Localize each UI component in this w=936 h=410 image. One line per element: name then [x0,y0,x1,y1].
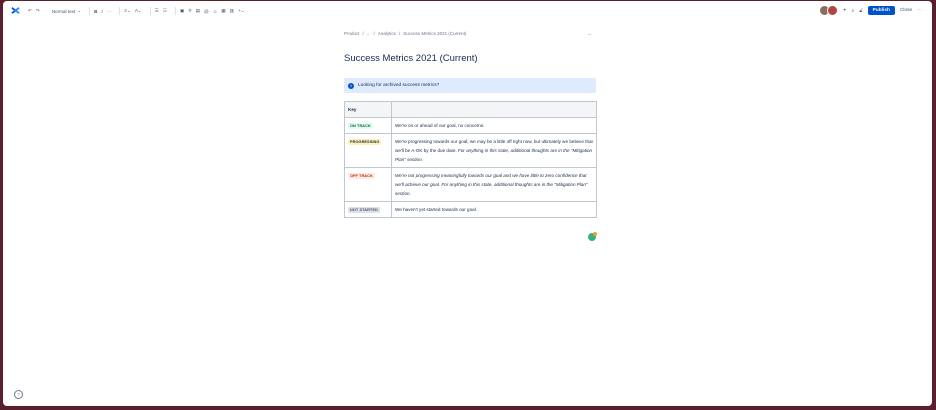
breadcrumb-ellipsis[interactable]: ... [367,31,371,36]
description-text: We haven't yet started towards our goal. [395,207,477,212]
redo-icon[interactable]: ↷ [36,6,40,16]
breadcrumb-item-current[interactable]: Success Metrics 2021 (Current) [403,31,466,36]
image-icon[interactable]: ▤ [196,6,200,16]
table-icon[interactable]: ▦ [221,6,225,16]
status-lozenge-off-track: OFF TRACK [348,173,375,179]
status-lozenge-progressing: PROGRESSING [348,139,382,145]
bold-icon[interactable]: B [94,6,97,16]
table-header-row: Key [344,101,597,118]
confluence-logo-icon[interactable] [11,6,20,15]
breadcrumb-separator: / [362,31,364,36]
info-panel[interactable]: i Looking for archived success metrics? [344,78,596,93]
mention-icon[interactable]: @ [204,6,209,16]
emoji-icon[interactable]: ☺ [213,6,218,16]
table-row: OFF TRACK We're not progressing meaningf… [344,167,597,202]
table-row: NOT STARTED We haven't yet started towar… [344,201,597,218]
italic-icon[interactable]: I [101,6,102,16]
help-icon[interactable]: ? [14,390,23,399]
description-cell[interactable]: We're on or ahead of our goal, no concer… [391,117,597,134]
align-icon[interactable]: ≡⌄ [124,6,131,16]
editor-window: ↶ ↷ Normal text ⌄ B I ··· ≡⌄ A⌄ ☰ ☷ ▣ ⚲ … [3,1,932,406]
description-cell[interactable]: We're not progressing meaningfully towar… [391,167,597,202]
info-icon: i [348,82,354,89]
avatar [827,5,839,16]
table-header-key[interactable]: Key [344,101,392,118]
insert-icon[interactable]: +⌄ [238,6,245,16]
status-cell[interactable]: ON TRACK [344,117,392,134]
breadcrumb: Product / ... / Analytics / Success Metr… [344,31,466,36]
breadcrumb-item-product[interactable]: Product [344,31,360,36]
text-style-label: Normal text [51,8,76,14]
description-cell[interactable]: We're progressing towards our goal; we m… [391,133,597,168]
bullet-list-icon[interactable]: ☰ [155,6,159,16]
table-row: ON TRACK We're on or ahead of our goal, … [344,117,597,134]
table-row: PROGRESSING We're progressing towards ou… [344,133,597,168]
more-options-icon[interactable]: ··· [917,8,922,13]
publish-button[interactable]: Publish [867,6,895,15]
status-cell[interactable]: NOT STARTED [344,201,392,218]
key-table[interactable]: Key ON TRACK We're on or ahead of our go… [344,101,597,218]
text-style-dropdown[interactable]: Normal text ⌄ [52,6,81,16]
expand-width-icon[interactable]: ↔ [587,31,592,37]
collaborator-avatars[interactable] [819,5,839,16]
info-panel-text: Looking for archived success metrics? [358,83,440,88]
breadcrumb-item-analytics[interactable]: Analytics [378,31,396,36]
more-formatting-icon[interactable]: ··· [107,6,112,16]
page-title[interactable]: Success Metrics 2021 (Current) [344,53,478,64]
status-lozenge-not-started: NOT STARTED [348,207,380,213]
notification-dot-icon [593,232,597,236]
breadcrumb-separator: / [373,31,375,36]
toolbar-divider [149,7,151,15]
breadcrumb-separator: / [398,31,401,36]
toolbar-divider [174,7,176,15]
status-lozenge-on-track: ON TRACK [348,123,373,129]
numbered-list-icon[interactable]: ☷ [163,6,167,16]
status-cell[interactable]: OFF TRACK [344,167,392,202]
description-text: We're on or ahead of our goal, no concer… [395,123,485,128]
undo-icon[interactable]: ↶ [28,6,32,16]
status-cell[interactable]: PROGRESSING [344,133,392,168]
layout-icon[interactable]: ▥ [230,6,234,16]
task-icon[interactable]: ▣ [180,6,184,16]
toolbar-divider [119,7,121,15]
restrictions-icon[interactable]: 🔓︎ [859,8,862,14]
editor-toolbar: ↶ ↷ Normal text ⌄ B I ··· ≡⌄ A⌄ ☰ ☷ ▣ ⚲ … [3,1,932,21]
description-cell[interactable]: We haven't yet started towards our goal. [391,201,597,218]
search-icon[interactable]: ⌕ [852,8,855,14]
close-button[interactable]: Close [900,8,912,13]
text-color-icon[interactable]: A⌄ [135,6,142,16]
chevron-down-icon: ⌄ [77,8,82,13]
toolbar-divider [89,7,91,15]
add-collaborator-icon[interactable]: + [843,8,847,14]
link-icon[interactable]: ⚲ [188,6,191,16]
table-header-empty[interactable] [391,101,597,118]
